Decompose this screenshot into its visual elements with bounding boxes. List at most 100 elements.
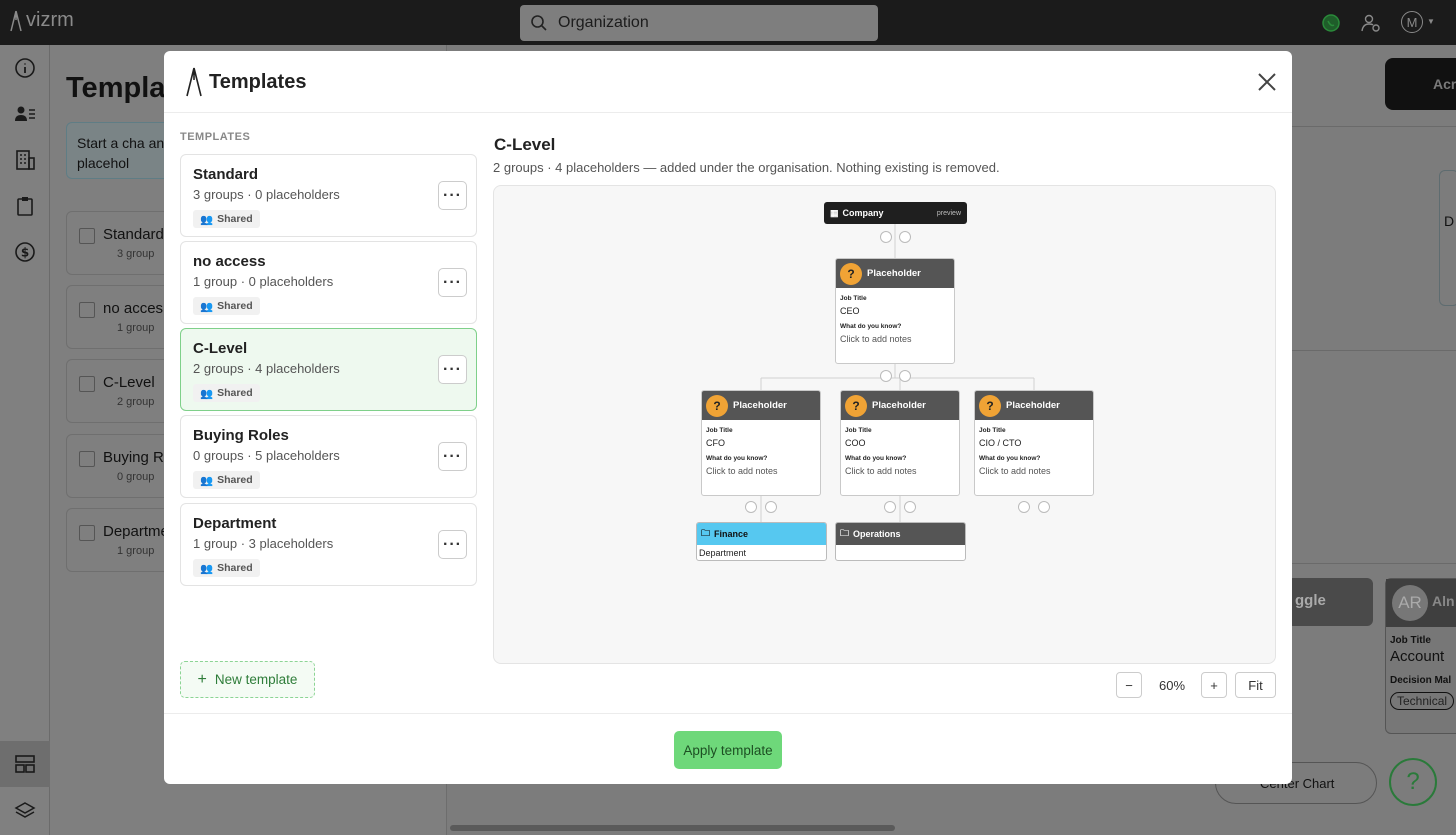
more-button[interactable]: ··· [438, 355, 467, 384]
placeholder-node-ceo[interactable]: ? Placeholder Job Title CEO What do you k… [835, 258, 955, 364]
svg-text:$: $ [21, 246, 29, 260]
template-card-c-level[interactable]: C-Level 2 groups · 4 placeholders 👥 Share… [180, 328, 477, 411]
more-icon: ··· [443, 447, 462, 465]
contacts-icon[interactable] [14, 103, 36, 125]
template-counts: 1 group · 3 placeholders [193, 536, 334, 551]
add-group-icon[interactable] [745, 501, 757, 513]
group-node-operations[interactable]: 🗀 Operations [835, 522, 966, 561]
preview-title: C-Level [494, 135, 556, 154]
new-template-button[interactable]: + New template [180, 661, 315, 698]
template-card-department[interactable]: Department 1 group · 3 placeholders 👥 Sha… [180, 503, 477, 586]
folder-icon: 🗀 [840, 528, 850, 538]
template-name: Buying Roles [193, 427, 289, 444]
modal-header: Templates [164, 51, 1292, 113]
question-icon: ? [979, 394, 1001, 417]
sidebar-item-templates[interactable] [0, 741, 50, 787]
template-counts: 2 groups · 4 placeholders [193, 361, 340, 376]
more-icon: ··· [443, 273, 462, 291]
whatsapp-icon[interactable] [1320, 12, 1342, 34]
users-icon: 👥 [200, 474, 214, 487]
users-icon: 👥 [200, 387, 214, 400]
modal-title: Templates [209, 71, 307, 93]
background-card: D [1439, 170, 1456, 306]
logo-icon [186, 67, 202, 97]
info-icon[interactable] [14, 57, 36, 79]
more-icon: ··· [443, 535, 462, 553]
template-name: Standard [193, 166, 259, 183]
app-logo-text: vizrm [26, 9, 74, 31]
building-icon[interactable] [14, 149, 36, 171]
app-logo[interactable]: vizrm [10, 9, 74, 32]
question-icon: ? [845, 394, 867, 417]
layers-icon[interactable] [14, 800, 36, 822]
template-counts: 0 groups · 5 placeholders [193, 448, 340, 463]
preview-canvas[interactable]: ▦ Company preview ? Placeholder Job Title… [493, 185, 1276, 664]
preview-tag: preview [936, 209, 961, 217]
template-counts: 1 group · 0 placeholders [193, 274, 334, 289]
template-card-no-access[interactable]: no access 1 group · 0 placeholders 👥 Shar… [180, 241, 477, 324]
dollar-icon[interactable]: $ [14, 241, 36, 263]
templates-section-label: TEMPLATES [180, 131, 251, 143]
chevron-down-icon[interactable]: ▼ [1427, 17, 1435, 26]
more-button[interactable]: ··· [438, 530, 467, 559]
placeholder-node-cfo[interactable]: ? Placeholder Job Title CFO What do you k… [701, 390, 821, 496]
template-card-buying-roles[interactable]: Buying Roles 0 groups · 5 placeholders 👥… [180, 415, 477, 498]
search-icon [531, 15, 547, 31]
add-person-icon[interactable] [899, 231, 911, 243]
more-button[interactable]: ··· [438, 442, 467, 471]
add-group-icon[interactable] [884, 501, 896, 513]
fit-button[interactable]: Fit [1235, 672, 1276, 698]
zoom-out-button[interactable]: − [1116, 672, 1142, 698]
minus-icon: − [1125, 677, 1133, 693]
template-counts: 3 groups · 0 placeholders [193, 187, 340, 202]
more-button[interactable]: ··· [438, 181, 467, 210]
add-person-icon[interactable] [904, 501, 916, 513]
users-icon: 👥 [200, 213, 214, 226]
close-icon[interactable] [1256, 71, 1278, 93]
clipboard-icon[interactable] [14, 195, 36, 217]
folder-icon: 🗀 [701, 528, 711, 538]
placeholder-node-cio-cto[interactable]: ? Placeholder Job Title CIO / CTO What do… [974, 390, 1094, 496]
background-person-card: AR Aln Job Title Account Decision Mal Tec… [1385, 578, 1456, 734]
users-icon: 👥 [200, 562, 214, 575]
add-person-icon[interactable] [1038, 501, 1050, 513]
templates-icon [15, 755, 35, 773]
add-group-icon[interactable] [1018, 501, 1030, 513]
building-icon: ▦ [830, 207, 839, 218]
add-group-icon[interactable] [880, 231, 892, 243]
more-button[interactable]: ··· [438, 268, 467, 297]
group-node-finance[interactable]: 🗀 Finance Department [696, 522, 827, 561]
search-input[interactable]: Organization [520, 5, 878, 41]
zoom-level: 60% [1158, 678, 1186, 693]
template-name: no access [193, 253, 266, 270]
placeholder-node-coo[interactable]: ? Placeholder Job Title COO What do you k… [840, 390, 960, 496]
top-bar: vizrm Organization M ▼ [0, 0, 1456, 45]
search-placeholder: Organization [558, 14, 649, 31]
add-group-icon[interactable] [880, 370, 892, 382]
shared-badge: 👥 Shared [193, 559, 260, 577]
help-icon: ? [1389, 758, 1437, 806]
shared-badge: 👥 Shared [193, 297, 260, 315]
question-icon: ? [840, 262, 862, 285]
more-icon: ··· [443, 360, 462, 378]
templates-modal: Templates TEMPLATES Standard 3 groups · … [164, 51, 1292, 784]
background-title: Templa [66, 72, 166, 104]
avatar[interactable]: M [1401, 11, 1423, 33]
shared-badge: 👥 Shared [193, 210, 260, 228]
template-card-standard[interactable]: Standard 3 groups · 0 placeholders 👥 Shar… [180, 154, 477, 237]
add-person-icon[interactable] [899, 370, 911, 382]
apply-template-button[interactable]: Apply template [674, 731, 782, 769]
template-name: C-Level [193, 340, 248, 357]
background-toggle-card: ggle [1287, 578, 1373, 626]
sidebar: $ [0, 45, 50, 835]
preview-description: 2 groups · 4 placeholders — added under … [493, 160, 1000, 175]
add-person-icon[interactable] [765, 501, 777, 513]
logo-icon [10, 10, 22, 31]
zoom-in-button[interactable]: + [1201, 672, 1227, 698]
question-icon: ? [706, 394, 728, 417]
modal-footer: Apply template [164, 713, 1292, 784]
shared-badge: 👥 Shared [193, 384, 260, 402]
user-settings-icon[interactable] [1360, 12, 1382, 34]
scrollbar [450, 825, 895, 831]
more-icon: ··· [443, 186, 462, 204]
